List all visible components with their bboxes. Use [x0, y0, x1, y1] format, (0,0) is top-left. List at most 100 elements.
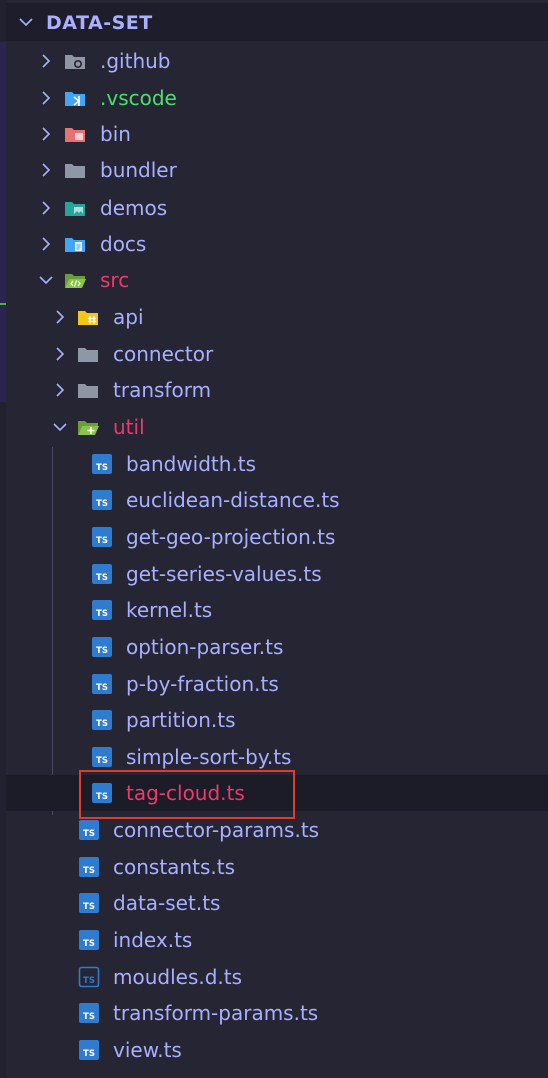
chevron-right-icon[interactable] — [50, 344, 70, 364]
typescript-file-icon: TS — [78, 819, 100, 841]
tree-item-label: connector-params.ts — [113, 818, 320, 842]
tree-file-transform-params[interactable]: TS transform-params.ts — [6, 995, 548, 1031]
svg-text:TS: TS — [96, 499, 108, 509]
chevron-down-icon[interactable] — [36, 270, 56, 290]
explorer-title: DATA-SET — [46, 12, 153, 34]
tree-item-label: util — [113, 415, 145, 439]
tree-file-kernel[interactable]: TS kernel.ts — [6, 592, 548, 628]
typescript-definition-file-icon: TS — [78, 966, 100, 988]
svg-text:TS: TS — [83, 866, 95, 876]
svg-text:TS: TS — [96, 756, 108, 766]
typescript-file-icon: TS — [78, 1002, 100, 1024]
tree-item-label: demos — [100, 196, 168, 220]
tree-file-view[interactable]: TS view.ts — [6, 1032, 548, 1068]
bin-folder-icon — [64, 123, 86, 145]
tree-item-github[interactable]: .github — [6, 43, 548, 79]
svg-text:TS: TS — [96, 573, 108, 583]
tree-file-index[interactable]: TS index.ts — [6, 922, 548, 958]
svg-text:TS: TS — [83, 1049, 95, 1059]
tree-file-bandwidth[interactable]: TS bandwidth.ts — [6, 446, 548, 482]
tree-item-label: api — [113, 305, 144, 329]
chevron-right-icon[interactable] — [50, 380, 70, 400]
tree-item-label: simple-sort-by.ts — [126, 745, 292, 769]
tree-item-label: transform-params.ts — [113, 1001, 319, 1025]
tree-item-label: partition.ts — [126, 708, 236, 732]
explorer-section-header[interactable]: DATA-SET — [6, 3, 548, 41]
chevron-down-icon[interactable] — [16, 12, 36, 32]
typescript-file-icon: TS — [78, 856, 100, 878]
tree-file-euclidean-distance[interactable]: TS euclidean-distance.ts — [6, 482, 548, 518]
util-folder-open-icon — [77, 416, 99, 438]
demos-folder-icon — [64, 197, 86, 219]
tree-file-moudles-d[interactable]: TS moudles.d.ts — [6, 959, 548, 995]
tree-item-transform[interactable]: transform — [6, 372, 548, 408]
tree-file-data-set[interactable]: TS data-set.ts — [6, 885, 548, 921]
tree-file-get-series-values[interactable]: TS get-series-values.ts — [6, 556, 548, 592]
github-folder-icon — [64, 50, 86, 72]
tree-item-api[interactable]: api — [6, 299, 548, 335]
tree-file-option-parser[interactable]: TS option-parser.ts — [6, 629, 548, 665]
tree-item-label: docs — [100, 232, 147, 256]
typescript-file-icon: TS — [91, 526, 113, 548]
folder-icon — [77, 379, 99, 401]
chevron-right-icon[interactable] — [36, 198, 56, 218]
chevron-down-icon[interactable] — [50, 417, 70, 437]
typescript-file-icon: TS — [78, 1039, 100, 1061]
tree-file-constants[interactable]: TS constants.ts — [6, 849, 548, 885]
folder-icon — [77, 343, 99, 365]
tree-file-partition[interactable]: TS partition.ts — [6, 702, 548, 738]
tree-item-label: moudles.d.ts — [113, 965, 243, 989]
svg-text:TS: TS — [96, 609, 108, 619]
tree-file-get-geo-projection[interactable]: TS get-geo-projection.ts — [6, 519, 548, 555]
svg-text:TS: TS — [96, 536, 108, 546]
tree-item-demos[interactable]: demos — [6, 190, 548, 226]
chevron-right-icon[interactable] — [36, 51, 56, 71]
typescript-file-icon: TS — [91, 563, 113, 585]
chevron-right-icon[interactable] — [36, 88, 56, 108]
svg-text:TS: TS — [83, 1012, 95, 1022]
tree-item-label: euclidean-distance.ts — [126, 488, 340, 512]
tree-item-label: view.ts — [113, 1038, 182, 1062]
chevron-right-icon[interactable] — [36, 160, 56, 180]
tree-item-label: connector — [113, 342, 214, 366]
api-folder-icon — [77, 306, 99, 328]
tree-item-vscode[interactable]: .vscode — [6, 80, 548, 116]
tree-item-connector[interactable]: connector — [6, 336, 548, 372]
chevron-right-icon[interactable] — [36, 124, 56, 144]
tree-item-label: src — [100, 268, 130, 292]
tree-item-label: get-geo-projection.ts — [126, 525, 336, 549]
typescript-file-icon: TS — [91, 636, 113, 658]
tree-item-label: data-set.ts — [113, 891, 221, 915]
tree-item-util[interactable]: util — [6, 409, 548, 445]
typescript-file-icon: TS — [78, 892, 100, 914]
chevron-right-icon[interactable] — [50, 307, 70, 327]
vscode-folder-icon — [64, 87, 86, 109]
svg-text:TS: TS — [83, 829, 95, 839]
tree-item-label: option-parser.ts — [126, 635, 284, 659]
folder-icon — [64, 159, 86, 181]
svg-text:TS: TS — [83, 902, 95, 912]
tree-item-label: transform — [113, 378, 212, 402]
typescript-file-icon: TS — [78, 929, 100, 951]
typescript-file-icon: TS — [91, 746, 113, 768]
svg-text:TS: TS — [96, 646, 108, 656]
selection-highlight-box — [79, 770, 295, 819]
docs-folder-icon — [64, 233, 86, 255]
tree-item-bundler[interactable]: bundler — [6, 152, 548, 188]
tree-file-p-by-fraction[interactable]: TS p-by-fraction.ts — [6, 666, 548, 702]
svg-text:TS: TS — [96, 719, 108, 729]
svg-text:TS: TS — [83, 976, 95, 986]
tree-item-bin[interactable]: bin — [6, 116, 548, 152]
tree-item-label: p-by-fraction.ts — [126, 672, 279, 696]
svg-text:TS: TS — [96, 463, 108, 473]
tree-item-label: .github — [100, 49, 171, 73]
typescript-file-icon: TS — [91, 673, 113, 695]
tree-item-label: index.ts — [113, 928, 193, 952]
tree-item-label: bundler — [100, 158, 177, 182]
tree-item-label: .vscode — [100, 86, 177, 110]
typescript-file-icon: TS — [91, 599, 113, 621]
chevron-right-icon[interactable] — [36, 234, 56, 254]
tree-item-src[interactable]: src — [6, 262, 548, 298]
tree-item-docs[interactable]: docs — [6, 226, 548, 262]
tree-item-label: bin — [100, 122, 131, 146]
